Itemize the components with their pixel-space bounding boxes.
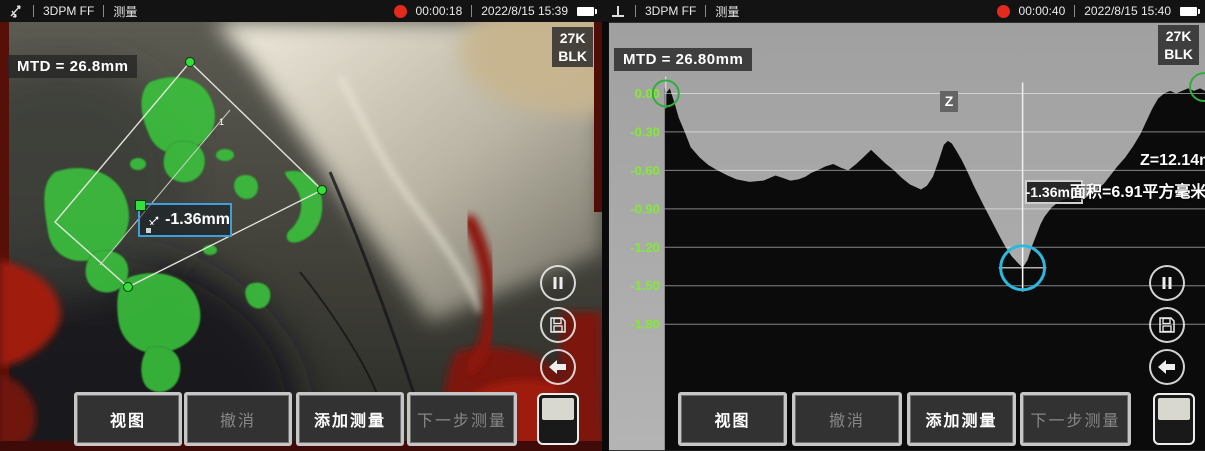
resolution-value: 27K [1164, 27, 1193, 45]
divider [1074, 5, 1075, 17]
right-topbar: 3DPM FF 测量 00:00:40 2022/8/15 15:40 [602, 0, 1205, 22]
right-profile-panel: 3DPM FF 测量 00:00:40 2022/8/15 15:40 [602, 0, 1205, 451]
z-length-readout: Z=12.14mm [1140, 152, 1205, 170]
button-label: 视图 [714, 407, 750, 431]
button-label: 视图 [110, 407, 146, 431]
button-label: 撤消 [829, 407, 865, 431]
back-arrow-icon [1158, 360, 1176, 374]
toggle-indicator [1158, 398, 1190, 420]
y-tick-label: -1.80 [630, 317, 660, 332]
button-label: 撤消 [220, 407, 256, 431]
add-measurement-button[interactable]: 添加测量 [907, 392, 1016, 446]
pause-button[interactable] [540, 265, 576, 301]
camera-image: 1 [0, 22, 602, 451]
left-topbar: 3DPM FF 测量 00:00:18 2022/8/15 15:39 [0, 0, 602, 22]
y-tick-label: 0.00 [635, 86, 660, 101]
pause-icon [551, 276, 565, 290]
save-button[interactable] [1149, 307, 1185, 343]
view-button[interactable]: 视图 [74, 392, 182, 446]
next-measurement-button[interactable]: 下一步测量 [1020, 392, 1131, 446]
depth-measure-icon [148, 212, 161, 229]
datetime-label: 2022/8/15 15:39 [481, 4, 568, 18]
slice-number-label: 1 [219, 117, 224, 127]
save-icon [549, 316, 567, 334]
button-label: 下一步测量 [1030, 407, 1120, 431]
record-timer: 00:00:18 [416, 4, 463, 18]
record-indicator-icon [997, 5, 1010, 18]
mtd-readout: MTD = 26.80mm [614, 48, 752, 71]
toggle-indicator [542, 398, 574, 420]
y-tick-label: -1.50 [630, 278, 660, 293]
profile-chart-view: 0.00 -0.30 -0.60 -0.90 -1.20 -1.50 -1.80 MTD =… [602, 22, 1205, 451]
screen-split-toggle[interactable] [1153, 393, 1195, 445]
area-readout: 面积=6.91平方毫米 [1070, 178, 1205, 202]
profile-chart: 0.00 -0.30 -0.60 -0.90 -1.20 -1.50 -1.80 [602, 22, 1205, 451]
screen-split-toggle[interactable] [537, 393, 579, 445]
mode-label: 3DPM FF [645, 4, 696, 18]
button-label: 添加测量 [314, 407, 386, 431]
divider [33, 5, 34, 17]
depth-measurement-label[interactable]: -1.36mm [138, 203, 232, 237]
back-arrow-icon [549, 360, 567, 374]
camera-view: 1 MTD = 26.8mm 27K BLK -1.36mm [0, 22, 602, 451]
view-button[interactable]: 视图 [678, 392, 787, 446]
record-indicator-icon [394, 5, 407, 18]
battery-icon [577, 7, 594, 16]
lens-mode-value: BLK [1164, 45, 1193, 63]
next-measurement-button[interactable]: 下一步测量 [407, 392, 517, 446]
polygon-vertex[interactable] [124, 283, 133, 292]
polygon-vertex[interactable] [318, 186, 327, 195]
label-drag-handle[interactable] [135, 200, 146, 211]
measure-tool-icon [8, 3, 24, 19]
pause-button[interactable] [1149, 265, 1185, 301]
pause-icon [1160, 276, 1174, 290]
resolution-value: 27K [558, 29, 587, 47]
undo-button[interactable]: 撤消 [184, 392, 292, 446]
divider [705, 5, 706, 17]
divider [635, 5, 636, 17]
y-tick-label: -0.90 [630, 201, 660, 216]
divider [103, 5, 104, 17]
back-button[interactable] [540, 349, 576, 385]
datetime-label: 2022/8/15 15:40 [1084, 4, 1171, 18]
y-tick-label: -0.30 [630, 124, 660, 139]
lens-mode-value: BLK [558, 47, 587, 65]
dual-view-screen: 3DPM FF 测量 00:00:18 2022/8/15 15:39 [0, 0, 1205, 451]
label-anchor-dot [146, 228, 151, 233]
menu-label[interactable]: 测量 [715, 3, 739, 20]
polygon-vertex[interactable] [186, 58, 195, 67]
button-label: 下一步测量 [417, 407, 507, 431]
left-camera-panel: 3DPM FF 测量 00:00:18 2022/8/15 15:39 [0, 0, 602, 451]
profile-tool-icon [610, 3, 626, 19]
y-tick-label: -1.20 [630, 240, 660, 255]
depth-value: -1.36mm [165, 211, 230, 229]
undo-button[interactable]: 撤消 [792, 392, 902, 446]
mode-label: 3DPM FF [43, 4, 94, 18]
divider [471, 5, 472, 17]
add-measurement-button[interactable]: 添加测量 [296, 392, 404, 446]
battery-icon [1180, 7, 1197, 16]
record-timer: 00:00:40 [1019, 4, 1066, 18]
save-icon [1158, 316, 1176, 334]
z-axis-marker[interactable]: Z [940, 91, 958, 112]
button-label: 添加测量 [925, 407, 997, 431]
back-button[interactable] [1149, 349, 1185, 385]
resolution-badge: 27K BLK [1158, 25, 1199, 65]
y-tick-label: -0.60 [630, 163, 660, 178]
mtd-readout: MTD = 26.8mm [8, 55, 137, 78]
menu-label[interactable]: 测量 [113, 3, 137, 20]
save-button[interactable] [540, 307, 576, 343]
resolution-badge: 27K BLK [552, 27, 593, 67]
